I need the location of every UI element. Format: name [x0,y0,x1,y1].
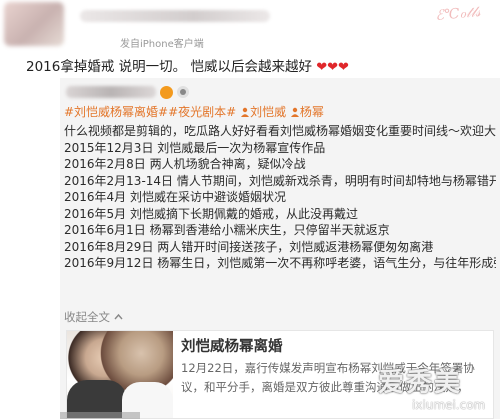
card-description: 12月22日，嘉行传媒发声明宣布杨幂刘恺威于今年签署协议，和平分手，离婚是双方彼… [181,361,475,394]
repost-author[interactable] [66,83,189,101]
timeline-line: 什么视频都是剪辑的，吃瓜路人好好看看刘恺威杨幂婚姻变化重要时间线～欢迎大家围观！ [64,124,496,138]
timeline-line: 2016年5月 刘恺威摘下长期佩戴的婚戒，从此没再戴过 [64,206,358,221]
timeline-line: 2016年8月29日 两人错开时间接送孩子，刘恺威返港杨幂便匆匆离港 [64,239,434,254]
weibo-post: 发自iPhone客户端 ℰ℃ℴ𝓉𝓁𝓈 2016拿掉婚戒 说明一切。 恺威以后会越… [0,0,500,419]
timeline-text: 什么视频都是剪辑的，吃瓜路人好好看看刘恺威杨幂婚姻变化重要时间线～欢迎大家围观！… [64,123,496,272]
verified-icon [177,86,189,98]
avatar[interactable] [4,2,64,46]
post-header: 发自iPhone客户端 ℰ℃ℴ𝓉𝓁𝓈 [0,0,500,52]
article-card[interactable]: 刘恺威杨幂离婚 12月22日，嘉行传媒发声明宣布杨幂刘恺威于今年签署协议，和平分… [66,330,494,419]
reposted-content[interactable]: #刘恺威杨幂离婚##夜光剧本# 刘恺威 杨幂 什么视频都是剪辑的，吃瓜路人好好看… [60,78,500,419]
collapse-full-text-link[interactable]: 收起全文 [64,309,123,325]
card-title: 刘恺威杨幂离婚 [181,339,283,355]
repost-author-name-blurred[interactable] [66,86,156,98]
chevron-up-icon [114,313,123,320]
username-blurred[interactable] [80,10,270,22]
mention-link-yangmi[interactable]: 杨幂 [300,105,324,119]
timeline-line: 2015年12月3日 刘恺威最后一次为杨幂宣传作品 [64,140,326,155]
post-source: 发自iPhone客户端 [120,39,204,50]
collapse-label: 收起全文 [64,310,110,324]
timeline-line: 2016年9月12日 杨幂生日，刘恺威第一次不再称呼老婆，语气生分，与往年形成强… [64,256,496,270]
vip-badge-icon [160,85,173,99]
corner-watermark: ℰ℃ℴ𝓉𝓁𝓈 [434,4,482,24]
post-text-body: 2016拿掉婚戒 说明一切。 恺威以后会越来越好 [26,59,312,75]
topic-tags: #刘恺威杨幂离婚##夜光剧本# 刘恺威 杨幂 [64,103,324,120]
person-icon [241,107,250,117]
hashtag-link[interactable]: #刘恺威杨幂离婚##夜光剧本# [64,105,236,119]
timeline-line: 2016年4月 刘恺威在采访中避谈婚姻状况 [64,190,286,204]
person-icon [290,107,299,117]
couple-photo [67,331,173,418]
bottom-toolbar-sliver [60,412,140,419]
post-text: 2016拿掉婚戒 说明一切。 恺威以后会越来越好 ❤❤❤ [26,55,496,75]
timeline-line: 2016年2月8日 两人机场貌合神离，疑似冷战 [64,157,306,171]
mention-link-liukaiwei[interactable]: 刘恺威 [250,105,286,119]
timeline-line: 2016年2月13-14日 情人节期间，刘恺威新戏杀青，明明有时间却特地与杨幂错… [64,173,496,188]
timeline-line: 2016年6月1日 杨幂到香港给小糯米庆生，只停留半天就返京 [64,223,390,237]
heart-icons: ❤❤❤ [316,60,349,75]
